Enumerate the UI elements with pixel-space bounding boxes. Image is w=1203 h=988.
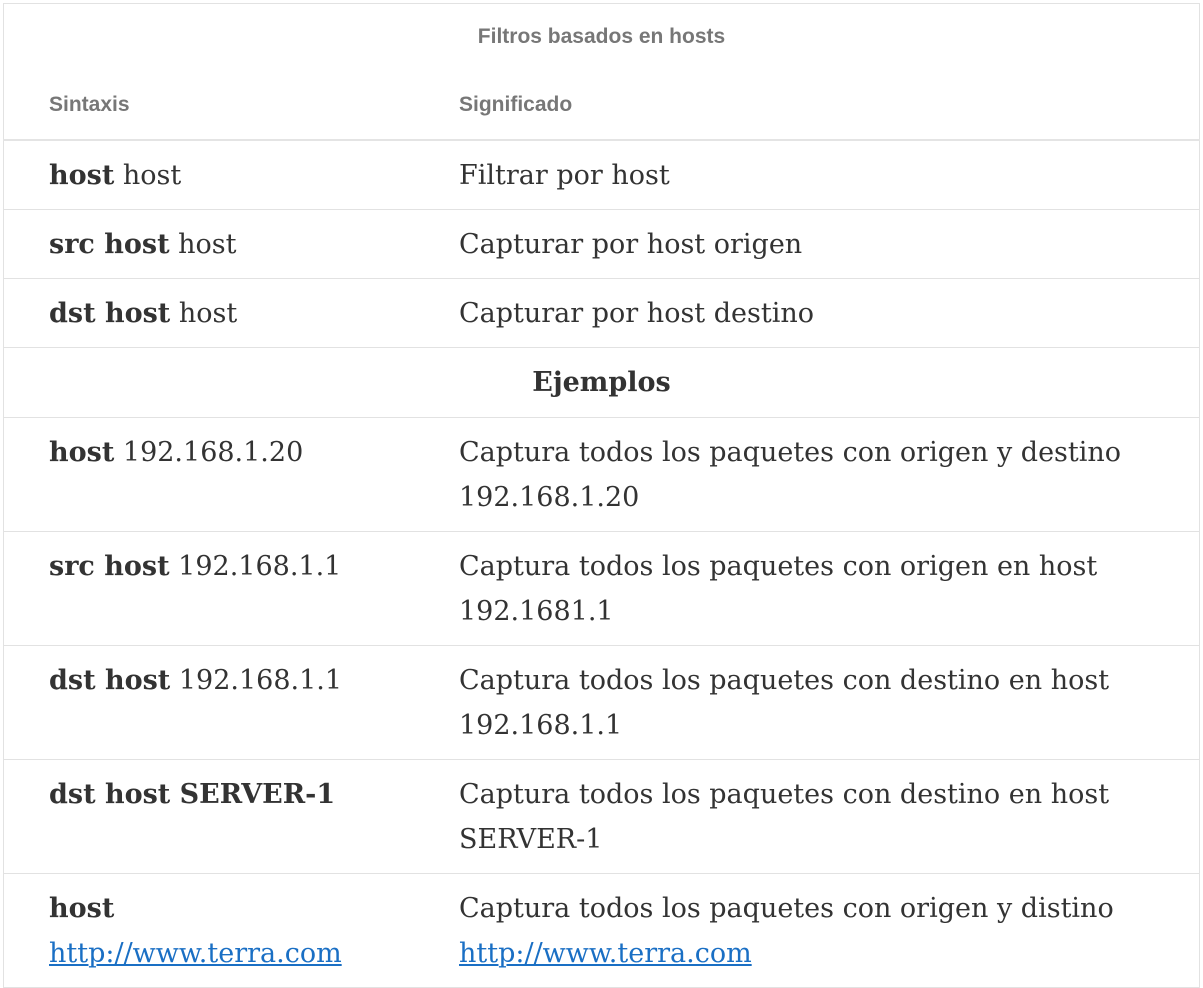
syntax-arg: 192.168.1.1	[170, 664, 343, 696]
table-row: src host 192.168.1.1 Captura todos los p…	[3, 531, 1200, 646]
table-caption: Filtros basados en hosts	[477, 25, 726, 48]
table-row: dst host 192.168.1.1 Captura todos los p…	[3, 645, 1200, 760]
syntax-arg: host	[169, 228, 237, 260]
syntax-arg: host	[170, 297, 238, 329]
host-filters-table: Filtros basados en hosts Sintaxis Signif…	[3, 3, 1200, 988]
meaning-cell: Captura todos los paquetes con origen y …	[412, 873, 1200, 988]
syntax-keyword: src host	[49, 228, 170, 260]
header-row: Sintaxis Significado	[3, 70, 1200, 141]
table-row: host http://www.terra.com Captura todos l…	[3, 873, 1200, 988]
syntax-arg: host	[114, 160, 182, 191]
syntax-keyword: dst host	[49, 297, 171, 329]
syntax-cell: host 192.168.1.20	[3, 417, 412, 532]
syntax-cell: host http://www.terra.com	[3, 873, 412, 988]
meaning-cell: Capturar por host destino	[412, 278, 1200, 348]
syntax-keyword: host	[49, 160, 115, 191]
table-row: dst host host Capturar por host destino	[3, 278, 1200, 348]
syntax-keyword: src host	[49, 550, 170, 582]
header-syntax: Sintaxis	[3, 70, 412, 141]
section-title: Ejemplos	[3, 347, 1200, 418]
syntax-cell: dst host SERVER-1	[3, 759, 412, 874]
table-row: dst host SERVER-1 Captura todos los paqu…	[3, 759, 1200, 874]
header-meaning: Significado	[412, 70, 1200, 141]
syntax-cell: src host 192.168.1.1	[3, 531, 412, 646]
section-row: Ejemplos	[3, 347, 1200, 418]
meaning-cell: Captura todos los paquetes con destino e…	[412, 759, 1200, 874]
syntax-arg: 192.168.1.1	[169, 550, 342, 582]
syntax-cell: dst host 192.168.1.1	[3, 645, 412, 760]
table-row: host 192.168.1.20 Captura todos los paqu…	[3, 417, 1200, 532]
syntax-keyword: host	[49, 892, 115, 924]
syntax-cell: dst host host	[3, 278, 412, 348]
meaning-text: Captura todos los paquetes con origen y …	[459, 892, 1114, 924]
meaning-cell: Capturar por host origen	[412, 209, 1200, 279]
meaning-cell: Captura todos los paquetes con origen en…	[412, 531, 1200, 646]
table-row: src host host Capturar por host origen	[3, 209, 1200, 279]
meaning-cell: Captura todos los paquetes con destino e…	[412, 645, 1200, 760]
syntax-cell: src host host	[3, 209, 412, 279]
table-row: host host Filtrar por host	[3, 140, 1200, 210]
syntax-keyword: dst host	[49, 664, 171, 696]
terra-link-meaning[interactable]: http://www.terra.com	[459, 938, 752, 969]
syntax-arg: 192.168.1.20	[114, 436, 304, 468]
syntax-keyword: dst host SERVER-1	[49, 778, 336, 810]
syntax-cell: host host	[3, 140, 412, 210]
meaning-cell: Filtrar por host	[412, 140, 1200, 210]
terra-link[interactable]: http://www.terra.com	[49, 938, 342, 969]
syntax-keyword: host	[49, 436, 115, 468]
meaning-cell: Captura todos los paquetes con origen y …	[412, 417, 1200, 532]
